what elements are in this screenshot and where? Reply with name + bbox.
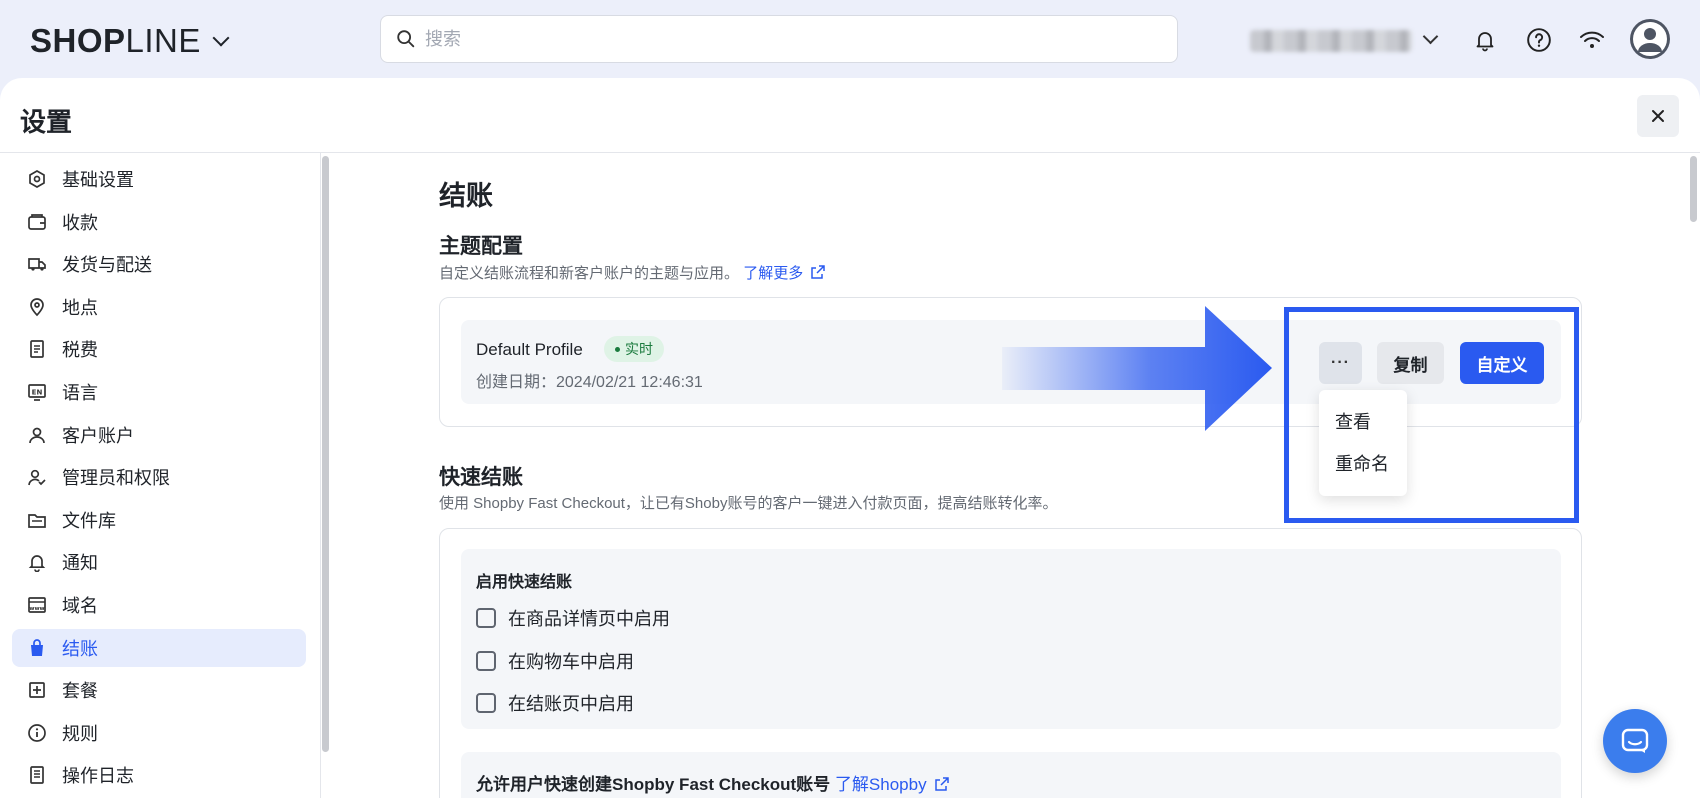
sidebar-item[interactable]: 地点: [12, 288, 306, 326]
language-icon: EN: [26, 381, 48, 403]
checkbox[interactable]: [476, 651, 496, 671]
chat-button[interactable]: [1603, 709, 1667, 773]
svg-text:www: www: [29, 606, 44, 612]
sidebar-item-label: 发货与配送: [62, 255, 152, 276]
sidebar-item-label: 规则: [62, 723, 98, 744]
shopby-link[interactable]: 了解Shopby: [834, 775, 950, 794]
log-icon: [26, 764, 48, 786]
sidebar-item[interactable]: 管理员和权限: [12, 458, 306, 496]
user-icon: [26, 424, 48, 446]
sidebar-item[interactable]: 规则: [12, 714, 306, 752]
sidebar-item[interactable]: EN 语言: [12, 373, 306, 411]
bag-icon: [26, 637, 48, 659]
sidebar-item-label: 管理员和权限: [62, 468, 170, 489]
checkbox[interactable]: [476, 693, 496, 713]
external-link-icon: [935, 777, 950, 791]
truck-icon: [26, 253, 48, 275]
created-date: 创建日期：2024/02/21 12:46:31: [476, 374, 703, 391]
option-label: 在购物车中启用: [508, 652, 634, 672]
profile-name: Default Profile: [476, 340, 583, 359]
chevron-down-icon[interactable]: [212, 29, 230, 47]
allow-create-label: 允许用户快速创建Shopby Fast Checkout账号: [476, 775, 831, 794]
info-icon: [26, 722, 48, 744]
checkbox[interactable]: [476, 608, 496, 628]
bell-icon[interactable]: [1469, 24, 1501, 56]
top-bar: SHOP LINE: [0, 0, 1700, 80]
sidebar-item-label: 语言: [62, 383, 98, 403]
allow-create-text: 允许用户快速创建Shopby Fast Checkout账号 了解Shopby: [476, 770, 950, 795]
page-scrollbar[interactable]: [1690, 156, 1697, 222]
sidebar-item-label: 域名: [62, 596, 98, 616]
wifi-icon[interactable]: [1576, 24, 1608, 56]
help-icon[interactable]: [1523, 24, 1555, 56]
status-badge: 实时: [604, 336, 664, 362]
option-cart[interactable]: 在购物车中启用: [476, 648, 634, 674]
shopline-logo[interactable]: SHOP LINE: [30, 22, 230, 60]
learn-more-label: 了解更多: [743, 265, 804, 282]
fast-checkout-title: 快速结账: [439, 466, 523, 489]
chat-icon: [1621, 728, 1649, 753]
sidebar-item[interactable]: 税费: [12, 330, 306, 368]
option-label: 在结账页中启用: [508, 694, 634, 714]
svg-text:EN: EN: [32, 389, 43, 397]
chevron-down-icon[interactable]: [1422, 28, 1439, 45]
search-bar[interactable]: [380, 15, 1178, 63]
sidebar-item-label: 收款: [62, 212, 98, 233]
sidebar-item-label: 基础设置: [62, 170, 134, 190]
receipt-icon: [26, 338, 48, 360]
admin-icon: [26, 466, 48, 488]
folder-icon: [26, 509, 48, 531]
sidebar-item-label: 操作日志: [62, 766, 134, 787]
sidebar: 基础设置收款发货与配送地点税费 EN 语言客户账户管理员和权限 文件库通知 www 域名结…: [0, 153, 320, 798]
bell-icon: [26, 551, 48, 573]
enable-fast-checkout-label: 启用快速结账: [476, 574, 573, 591]
sidebar-item[interactable]: www 域名: [12, 586, 306, 624]
sidebar-item-label: 通知: [62, 553, 98, 574]
sidebar-item[interactable]: 套餐: [12, 671, 306, 709]
logo-text-thin: LINE: [125, 22, 201, 59]
sidebar-item[interactable]: 结账: [12, 628, 306, 667]
store-name-blurred[interactable]: [1250, 30, 1412, 52]
sidebar-item[interactable]: 收款: [12, 203, 306, 241]
sidebar-item-label: 客户账户: [62, 425, 134, 446]
section-title: 结账: [439, 181, 493, 211]
sidebar-divider: [320, 153, 321, 798]
domain-icon: www: [26, 594, 48, 616]
sidebar-scrollbar[interactable]: [322, 156, 329, 752]
close-icon: [1652, 110, 1664, 122]
logo-text-bold: SHOP: [30, 22, 126, 59]
theme-desc-text: 自定义结账流程和新客户账户的主题与应用。: [439, 265, 740, 282]
sidebar-item-label: 结账: [62, 638, 98, 659]
sidebar-item[interactable]: 操作日志: [12, 756, 306, 794]
sidebar-item[interactable]: 客户账户: [12, 416, 306, 454]
highlight-box: [1284, 307, 1579, 523]
settings-icon: [26, 168, 48, 190]
sidebar-item[interactable]: 文件库: [12, 501, 306, 539]
plan-icon: [26, 679, 48, 701]
option-checkout-page[interactable]: 在结账页中启用: [476, 690, 634, 716]
shopby-link-label: 了解Shopby: [834, 775, 927, 794]
sidebar-item-label: 税费: [62, 340, 98, 361]
sidebar-item-label: 文件库: [62, 510, 116, 531]
location-icon: [26, 296, 48, 318]
sidebar-item[interactable]: 通知: [12, 543, 306, 581]
sidebar-item-label: 套餐: [62, 681, 98, 702]
option-label: 在商品详情页中启用: [508, 609, 670, 629]
sidebar-item[interactable]: 基础设置: [12, 160, 306, 198]
sidebar-item-label: 地点: [62, 297, 98, 318]
external-link-icon: [811, 265, 826, 279]
close-button[interactable]: [1637, 95, 1679, 137]
avatar[interactable]: [1630, 19, 1670, 59]
learn-more-link[interactable]: 了解更多: [743, 265, 826, 282]
page-title: 设置: [20, 107, 73, 137]
arrow-annotation: [1002, 306, 1272, 431]
wallet-icon: [26, 211, 48, 233]
theme-config-title: 主题配置: [439, 235, 523, 258]
sidebar-item[interactable]: 发货与配送: [12, 245, 306, 283]
theme-config-desc: 自定义结账流程和新客户账户的主题与应用。 了解更多: [439, 262, 826, 283]
search-icon: [397, 30, 415, 48]
fast-checkout-desc: 使用 Shopby Fast Checkout，让已有Shoby账号的客户一键进…: [439, 495, 1058, 512]
search-input[interactable]: [425, 28, 1125, 50]
option-product-page[interactable]: 在商品详情页中启用: [476, 605, 670, 631]
